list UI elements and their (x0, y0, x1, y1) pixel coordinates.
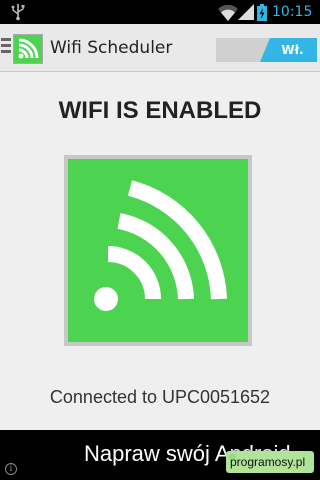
connection-status-text: Connected to UPC0051652 (49, 387, 271, 407)
usb-icon (11, 4, 25, 21)
action-bar: Wifi Scheduler Wł. (0, 24, 320, 72)
wifi-toggle-switch[interactable]: Wł. (216, 38, 317, 62)
ad-badge[interactable]: programosy.pl (226, 451, 314, 473)
wifi-signal-icon (94, 180, 227, 311)
wifi-logo-icon[interactable] (13, 34, 43, 64)
signal-icon (238, 4, 254, 20)
app-title: Wifi Scheduler (50, 38, 173, 58)
battery-charging-icon (257, 4, 267, 21)
wifi-status-heading: WIFI IS ENABLED (58, 97, 262, 124)
wifi-icon (218, 5, 238, 21)
info-icon[interactable]: i (5, 463, 17, 475)
wifi-indicator-tile[interactable] (64, 155, 252, 346)
toggle-label: Wł. (281, 43, 304, 57)
ad-badge-label: programosy.pl (230, 455, 306, 469)
status-clock: 10:15 (272, 4, 313, 20)
status-bar: 10:15 (0, 0, 320, 24)
drawer-indicator-icon[interactable] (1, 38, 11, 56)
